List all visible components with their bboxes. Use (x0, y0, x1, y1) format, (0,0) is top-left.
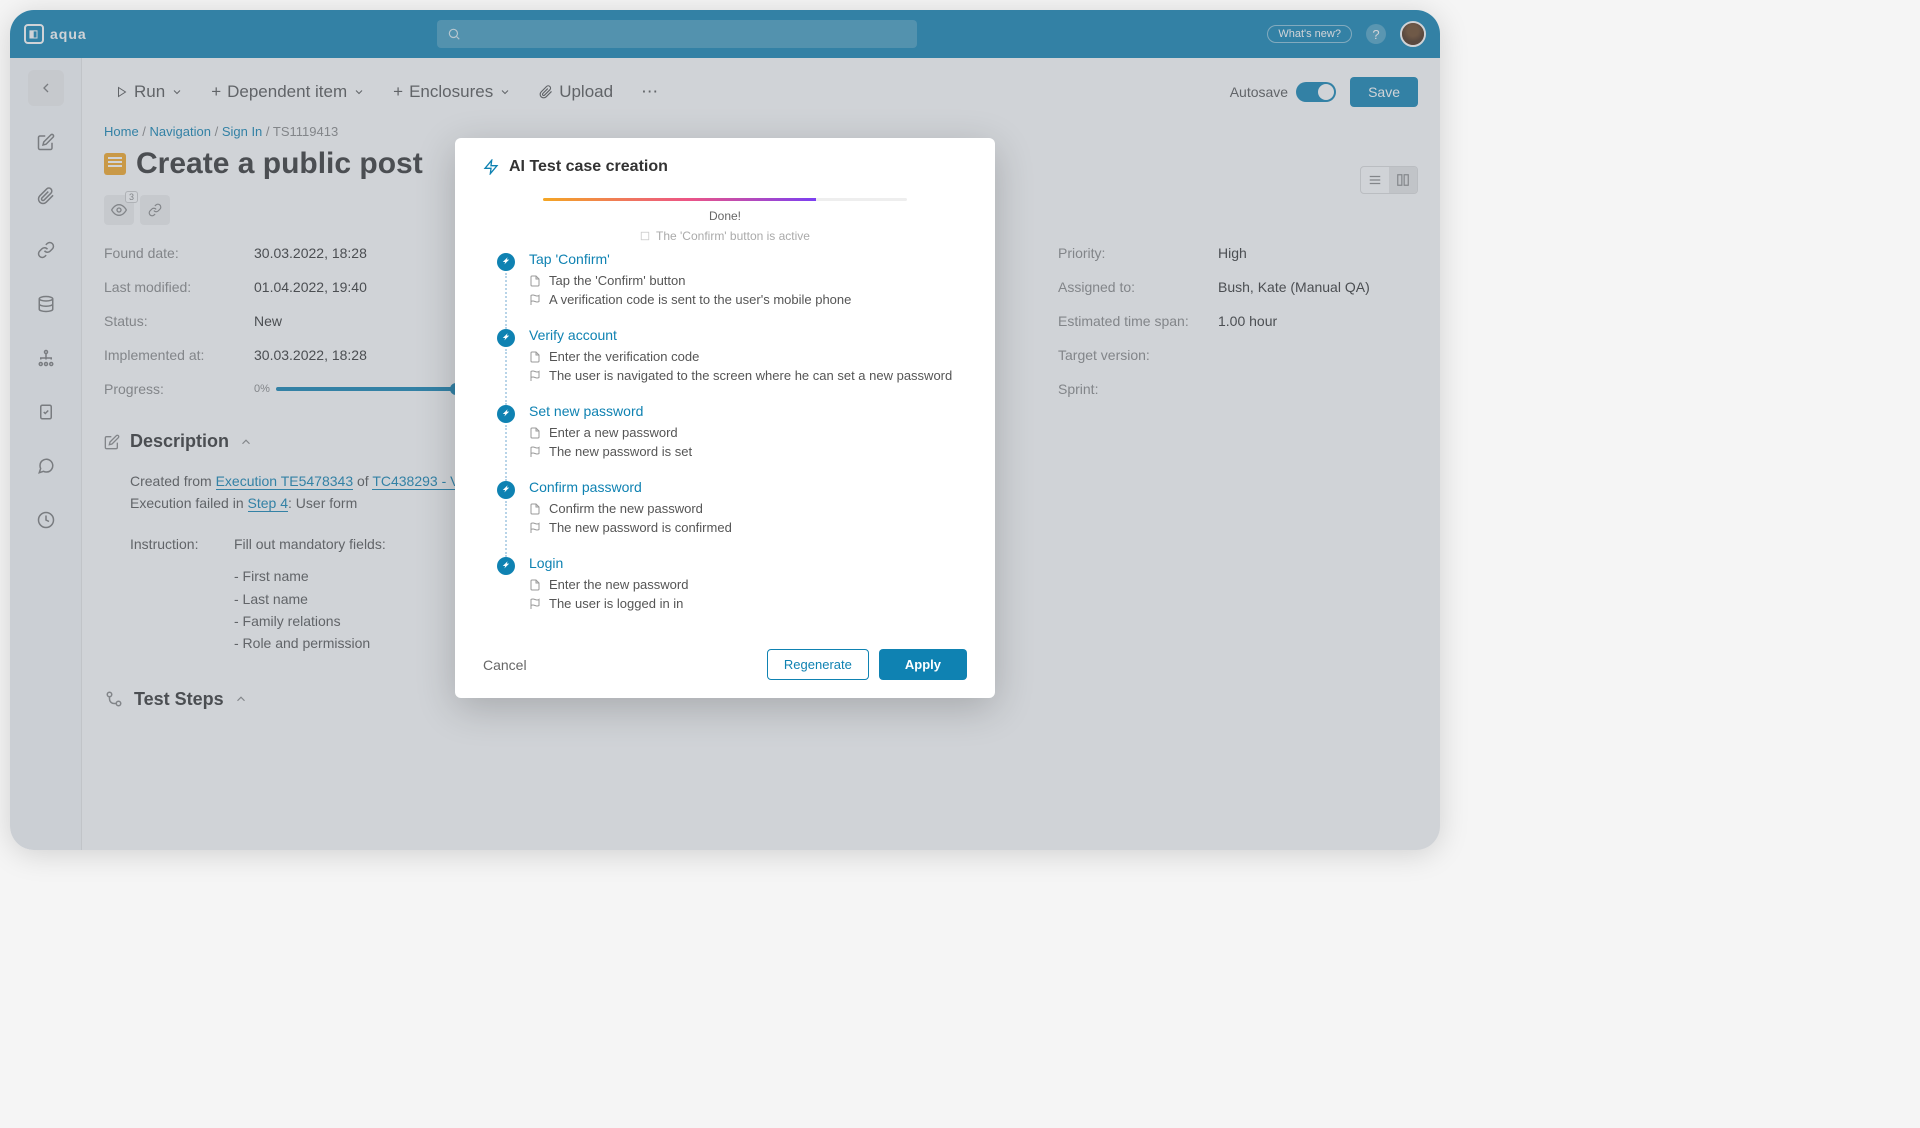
document-icon (529, 275, 541, 287)
step-action: Enter a new password (549, 425, 678, 440)
modal-title-text: AI Test case creation (509, 158, 668, 176)
modal-step: Login Enter the new password The user is… (497, 555, 967, 631)
regenerate-button[interactable]: Regenerate (767, 649, 869, 680)
step-title: Set new password (529, 403, 967, 419)
flag-icon (529, 294, 541, 306)
modal-step: Verify account Enter the verification co… (497, 327, 967, 403)
step-bullet-icon (497, 329, 515, 347)
document-icon (529, 427, 541, 439)
apply-button[interactable]: Apply (879, 649, 967, 680)
modal-progress (543, 198, 907, 201)
flag-icon (529, 446, 541, 458)
step-action: Tap the 'Confirm' button (549, 273, 685, 288)
lightning-icon (483, 159, 499, 175)
cancel-button[interactable]: Cancel (483, 657, 527, 673)
modal-step: Confirm password Confirm the new passwor… (497, 479, 967, 555)
modal-done-text: Done! (483, 209, 967, 223)
modal-title: AI Test case creation (483, 158, 967, 176)
step-bullet-icon (497, 481, 515, 499)
partial-step: The 'Confirm' button is active (483, 229, 967, 243)
step-bullet-icon (497, 557, 515, 575)
flag-icon (529, 522, 541, 534)
document-icon (529, 503, 541, 515)
ai-modal: AI Test case creation Done! The 'Confirm… (455, 138, 995, 698)
step-title: Login (529, 555, 967, 571)
step-bullet-icon (497, 405, 515, 423)
step-result: A verification code is sent to the user'… (549, 292, 851, 307)
step-result: The new password is set (549, 444, 692, 459)
step-action: Enter the verification code (549, 349, 699, 364)
modal-step: Set new password Enter a new password Th… (497, 403, 967, 479)
step-bullet-icon (497, 253, 515, 271)
flag-icon (529, 598, 541, 610)
modal-overlay: AI Test case creation Done! The 'Confirm… (10, 10, 1440, 850)
step-action: Enter the new password (549, 577, 688, 592)
step-result: The user is navigated to the screen wher… (549, 368, 952, 383)
flag-icon (529, 370, 541, 382)
step-title: Tap 'Confirm' (529, 251, 967, 267)
step-title: Verify account (529, 327, 967, 343)
modal-step: Tap 'Confirm' Tap the 'Confirm' button A… (497, 251, 967, 327)
document-icon (529, 579, 541, 591)
modal-steps-list: Tap 'Confirm' Tap the 'Confirm' button A… (483, 251, 967, 631)
step-result: The new password is confirmed (549, 520, 732, 535)
step-action: Confirm the new password (549, 501, 703, 516)
step-title: Confirm password (529, 479, 967, 495)
document-icon (529, 351, 541, 363)
step-result: The user is logged in in (549, 596, 683, 611)
